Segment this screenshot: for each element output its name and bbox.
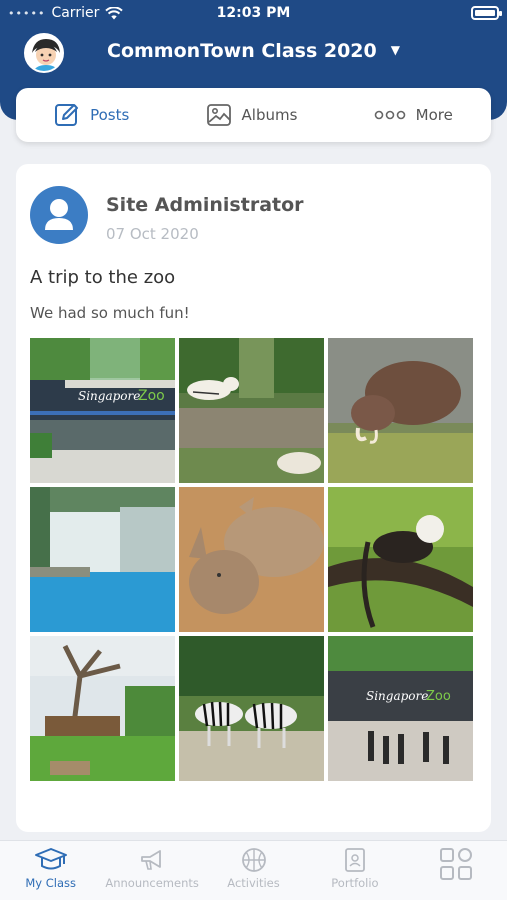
- class-selector[interactable]: CommonTown Class 2020 ▼: [0, 40, 507, 62]
- post-card: Site Administrator 07 Oct 2020 A trip to…: [16, 164, 491, 832]
- nav-label: Announcements: [105, 876, 199, 890]
- tab-albums[interactable]: Albums: [206, 102, 298, 128]
- image-icon: [206, 104, 231, 126]
- post-date: 07 Oct 2020: [106, 225, 199, 243]
- portfolio-icon: [345, 848, 365, 872]
- tab-label: Posts: [90, 106, 130, 124]
- nav-label: Activities: [227, 876, 280, 890]
- photo-zoo-entrance[interactable]: Singapore Zoo: [30, 338, 175, 483]
- photo-white-tigers[interactable]: [179, 338, 324, 483]
- post-body: We had so much fun!: [30, 304, 190, 322]
- nav-apps[interactable]: [406, 841, 507, 900]
- basketball-icon: [241, 848, 266, 872]
- clock: 12:03 PM: [216, 5, 291, 21]
- tab-more[interactable]: More: [374, 106, 453, 124]
- svg-text:Singapore: Singapore: [78, 389, 140, 403]
- svg-text:Singapore: Singapore: [366, 689, 428, 703]
- class-name: CommonTown Class 2020: [107, 40, 377, 62]
- edit-icon: [55, 104, 79, 126]
- apps-grid-icon: [440, 848, 473, 880]
- battery-icon: [471, 6, 502, 20]
- section-tabs: Posts Albums More: [16, 88, 491, 142]
- nav-activities[interactable]: Activities: [203, 841, 304, 900]
- ellipsis-icon: [374, 110, 405, 120]
- photo-grid: Singapore Zoo Singapore Zoo: [30, 338, 475, 782]
- tab-label: More: [415, 106, 453, 124]
- user-icon: [45, 199, 73, 230]
- tab-posts[interactable]: Posts: [54, 102, 129, 128]
- megaphone-icon: [141, 850, 162, 870]
- tab-label: Albums: [241, 106, 298, 124]
- nav-label: Portfolio: [331, 876, 379, 890]
- photo-zoo-entrance-crowd[interactable]: Singapore Zoo: [328, 636, 473, 781]
- graduation-cap-icon: [34, 848, 67, 870]
- photo-rhinos[interactable]: [179, 487, 324, 632]
- post-title: A trip to the zoo: [30, 267, 176, 288]
- photo-warthog[interactable]: [328, 338, 473, 483]
- status-bar: ••••• Carrier 12:03 PM: [0, 0, 507, 28]
- nav-my-class[interactable]: My Class: [0, 841, 101, 900]
- photo-tree-playground[interactable]: [30, 636, 175, 781]
- photo-monkey-on-branch[interactable]: [328, 487, 473, 632]
- nav-label: My Class: [25, 876, 77, 890]
- photo-zebras[interactable]: [179, 636, 324, 781]
- caret-down-icon: ▼: [390, 43, 400, 57]
- photo-waterfall-pool[interactable]: [30, 487, 175, 632]
- nav-announcements[interactable]: Announcements: [101, 841, 202, 900]
- bottom-nav: My Class Announcements Activities Portfo…: [0, 840, 507, 900]
- svg-text:Zoo: Zoo: [138, 388, 165, 404]
- nav-portfolio[interactable]: Portfolio: [304, 841, 405, 900]
- post-author: Site Administrator: [106, 194, 304, 216]
- svg-text:Zoo: Zoo: [426, 689, 451, 704]
- author-avatar[interactable]: [30, 186, 88, 244]
